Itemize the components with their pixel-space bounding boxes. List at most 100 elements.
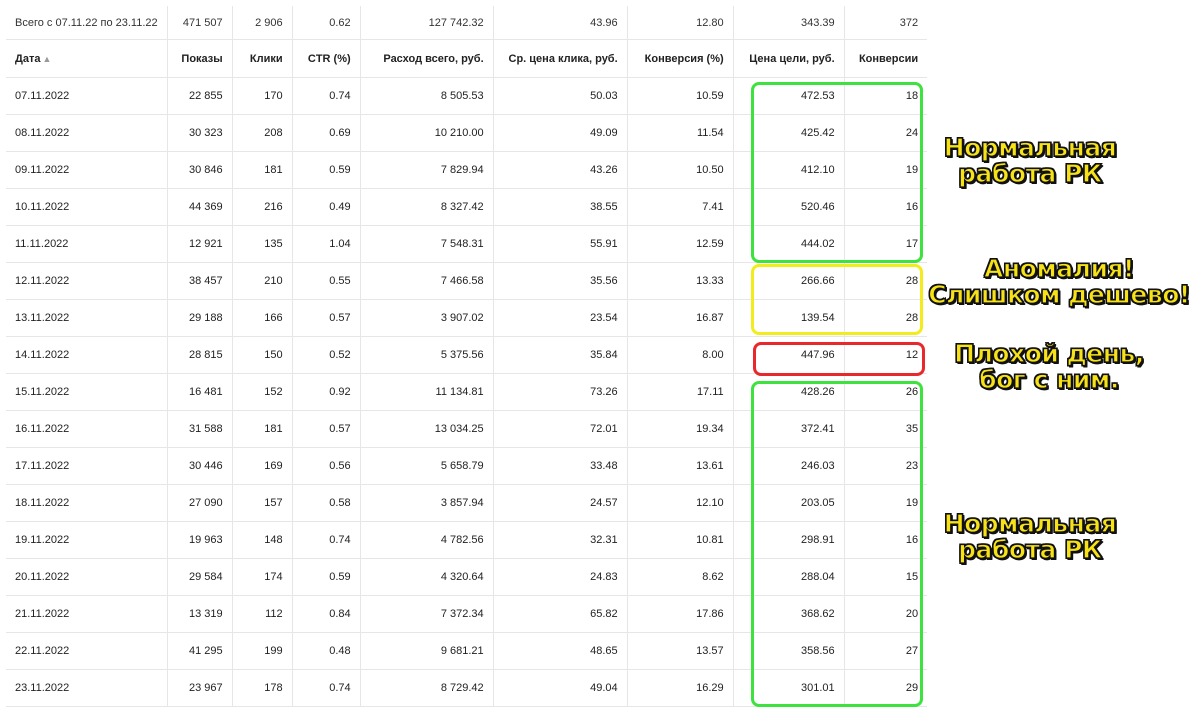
note-normal-bottom-line2: работа РК [958,535,1103,564]
table-row: 14.11.2022 28 815 150 0.52 5 375.56 35.84 8.00… [6,336,928,374]
cell-date: 07.11.2022 [6,77,168,115]
cell-cost-per-goal: 412.10 [733,151,845,189]
cell-conversions: 29 [844,669,928,707]
totals-cost-per-goal: 343.39 [733,6,845,40]
cell-avg-cpc: 65.82 [493,595,628,633]
cell-date: 08.11.2022 [6,114,168,152]
cell-date: 19.11.2022 [6,521,168,559]
cell-conversions: 18 [844,77,928,115]
cell-cost-per-goal: 425.42 [733,114,845,152]
cell-impressions: 41 295 [167,632,233,670]
totals-label: Всего с 07.11.22 по 23.11.22 [6,6,168,40]
cell-clicks: 216 [232,188,293,226]
note-normal-top-line2: работа РК [958,159,1103,188]
cell-cost-per-goal: 288.04 [733,558,845,596]
cell-clicks: 169 [232,447,293,485]
cell-spend: 4 782.56 [360,521,494,559]
cell-avg-cpc: 23.54 [493,299,628,337]
cell-clicks: 178 [232,669,293,707]
table-row: 18.11.2022 27 090 157 0.58 3 857.94 24.57 12.1… [6,484,928,522]
totals-conversions: 372 [844,6,928,40]
stats-table: Всего с 07.11.22 по 23.11.22 471 507 2 9… [6,6,928,707]
cell-conversion-rate: 12.59 [627,225,734,263]
column-header-date-label: Дата [15,52,41,65]
cell-impressions: 27 090 [167,484,233,522]
cell-clicks: 150 [232,336,293,374]
cell-spend: 9 681.21 [360,632,494,670]
cell-impressions: 13 319 [167,595,233,633]
cell-date: 12.11.2022 [6,262,168,300]
cell-cost-per-goal: 368.62 [733,595,845,633]
note-normal-top: Нормальная работа РК [930,134,1130,188]
cell-conversion-rate: 11.54 [627,114,734,152]
cell-clicks: 112 [232,595,293,633]
table-row: 10.11.2022 44 369 216 0.49 8 327.42 38.55 7.41… [6,188,928,226]
cell-clicks: 170 [232,77,293,115]
cell-avg-cpc: 33.48 [493,447,628,485]
cell-ctr: 0.56 [292,447,361,485]
cell-impressions: 29 584 [167,558,233,596]
cell-avg-cpc: 24.57 [493,484,628,522]
cell-conversion-rate: 13.57 [627,632,734,670]
cell-avg-cpc: 38.55 [493,188,628,226]
cell-cost-per-goal: 301.01 [733,669,845,707]
cell-cost-per-goal: 246.03 [733,447,845,485]
cell-conversions: 16 [844,188,928,226]
cell-cost-per-goal: 372.41 [733,410,845,448]
cell-impressions: 44 369 [167,188,233,226]
cell-avg-cpc: 55.91 [493,225,628,263]
column-header-avg-cpc[interactable]: Ср. цена клика, руб. [493,39,628,78]
cell-clicks: 148 [232,521,293,559]
column-header-cost-per-goal[interactable]: Цена цели, руб. [733,39,845,78]
cell-avg-cpc: 48.65 [493,632,628,670]
cell-ctr: 0.92 [292,373,361,411]
column-header-date[interactable]: Дата ▲ [6,39,168,78]
cell-date: 11.11.2022 [6,225,168,263]
cell-conversions: 35 [844,410,928,448]
cell-impressions: 28 815 [167,336,233,374]
column-header-conversion-rate[interactable]: Конверсия (%) [627,39,734,78]
cell-avg-cpc: 72.01 [493,410,628,448]
cell-ctr: 0.69 [292,114,361,152]
cell-conversions: 28 [844,299,928,337]
cell-clicks: 174 [232,558,293,596]
cell-spend: 8 327.42 [360,188,494,226]
table-row: 19.11.2022 19 963 148 0.74 4 782.56 32.31 10.8… [6,521,928,559]
cell-avg-cpc: 73.26 [493,373,628,411]
column-header-impressions[interactable]: Показы [167,39,233,78]
sort-ascending-icon: ▲ [42,53,52,64]
cell-spend: 5 658.79 [360,447,494,485]
cell-cost-per-goal: 447.96 [733,336,845,374]
cell-conversions: 19 [844,151,928,189]
cell-conversions: 23 [844,447,928,485]
cell-ctr: 1.04 [292,225,361,263]
cell-date: 14.11.2022 [6,336,168,374]
cell-spend: 3 907.02 [360,299,494,337]
cell-clicks: 135 [232,225,293,263]
cell-conversion-rate: 19.34 [627,410,734,448]
cell-ctr: 0.84 [292,595,361,633]
cell-avg-cpc: 24.83 [493,558,628,596]
table-row: 23.11.2022 23 967 178 0.74 8 729.42 49.04 16.2… [6,669,928,707]
table-row: 17.11.2022 30 446 169 0.56 5 658.79 33.48 13.6… [6,447,928,485]
cell-avg-cpc: 50.03 [493,77,628,115]
cell-clicks: 181 [232,410,293,448]
note-normal-bottom-line1: Нормальная [943,509,1117,538]
cell-ctr: 0.59 [292,558,361,596]
column-header-spend[interactable]: Расход всего, руб. [360,39,494,78]
table-row: 22.11.2022 41 295 199 0.48 9 681.21 48.65 13.5… [6,632,928,670]
cell-impressions: 38 457 [167,262,233,300]
cell-ctr: 0.55 [292,262,361,300]
cell-conversions: 19 [844,484,928,522]
note-bad-day-line1: Плохой день, [954,339,1145,368]
totals-impressions: 471 507 [167,6,233,40]
cell-clicks: 166 [232,299,293,337]
cell-ctr: 0.74 [292,669,361,707]
column-header-ctr[interactable]: CTR (%) [292,39,361,78]
column-header-conversions[interactable]: Конверсии [844,39,928,78]
cell-conversion-rate: 17.11 [627,373,734,411]
cell-conversions: 24 [844,114,928,152]
cell-impressions: 29 188 [167,299,233,337]
cell-conversion-rate: 16.87 [627,299,734,337]
column-header-clicks[interactable]: Клики [232,39,293,78]
